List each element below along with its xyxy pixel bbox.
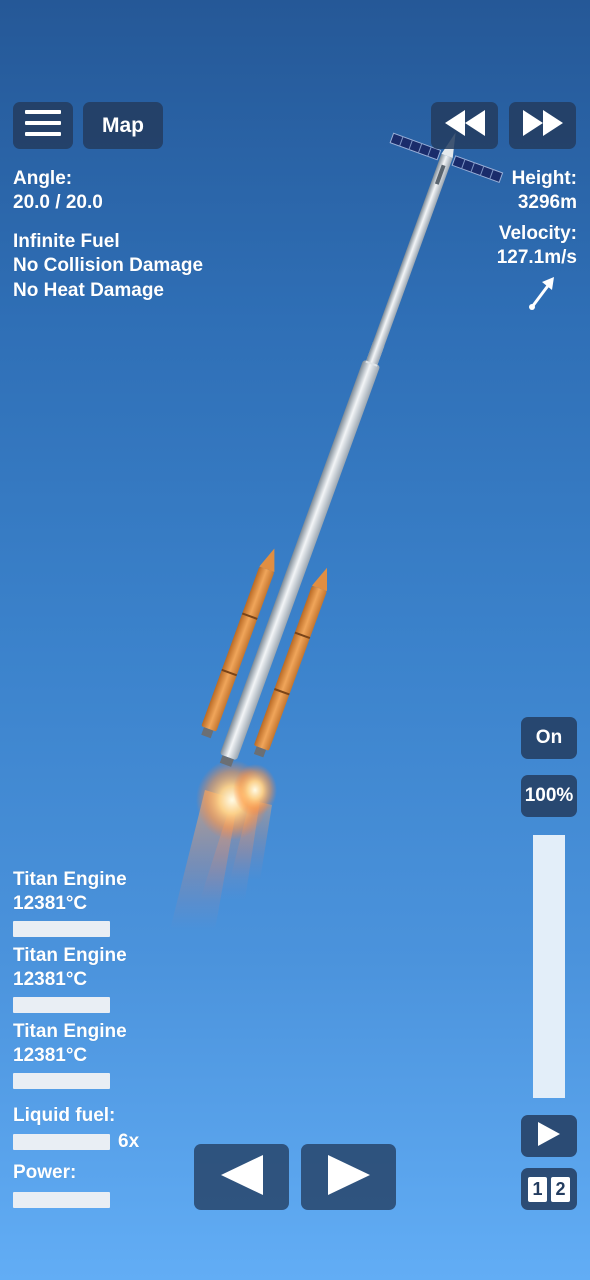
liquid-fuel-multiplier: 6x xyxy=(118,1131,140,1152)
engine-1-temp: 12381°C xyxy=(13,893,88,914)
rocket xyxy=(201,132,504,767)
engine-toggle-button[interactable]: On xyxy=(521,717,577,759)
rewind-icon xyxy=(444,110,485,141)
engine-3-temp: 12381°C xyxy=(13,1045,88,1066)
engine-1-heat-bar xyxy=(13,921,110,937)
rotate-right-arrow-icon xyxy=(327,1154,370,1200)
liquid-fuel-bar xyxy=(13,1134,110,1150)
throttle-slider[interactable] xyxy=(533,835,565,1098)
velocity-direction-arrow-icon xyxy=(526,273,558,318)
map-button-label: Map xyxy=(102,113,144,137)
stage-number-2: 2 xyxy=(551,1176,570,1202)
rewind-button[interactable] xyxy=(431,102,498,149)
engine-2-heat-bar xyxy=(13,997,110,1013)
engine-3-name: Titan Engine xyxy=(13,1021,127,1042)
cheat-no-heat-damage: No Heat Damage xyxy=(13,280,164,301)
angle-value: 20.0 / 20.0 xyxy=(13,192,103,213)
throttle-percent-button[interactable]: 100% xyxy=(521,775,577,817)
engine-toggle-label: On xyxy=(535,727,563,748)
rotate-left-arrow-icon xyxy=(220,1154,263,1200)
power-bar xyxy=(13,1192,110,1208)
cheat-infinite-fuel: Infinite Fuel xyxy=(13,231,120,252)
height-label: Height: xyxy=(511,168,577,189)
fast-forward-button[interactable] xyxy=(509,102,576,149)
angle-label: Angle: xyxy=(13,168,73,189)
liquid-fuel-label: Liquid fuel: xyxy=(13,1105,116,1126)
engine-2-name: Titan Engine xyxy=(13,945,127,966)
stage-number-1: 1 xyxy=(528,1176,547,1202)
play-icon xyxy=(538,1121,560,1151)
cheat-no-collision-damage: No Collision Damage xyxy=(13,255,204,276)
velocity-value: 127.1m/s xyxy=(496,247,577,268)
throttle-percent-label: 100% xyxy=(524,785,574,806)
engine-1-name: Titan Engine xyxy=(13,869,127,890)
power-label: Power: xyxy=(13,1162,77,1183)
rotate-right-button[interactable] xyxy=(301,1144,396,1210)
height-value: 3296m xyxy=(517,192,577,213)
map-button[interactable]: Map xyxy=(83,102,163,149)
engine-2-temp: 12381°C xyxy=(13,969,88,990)
velocity-label: Velocity: xyxy=(498,223,577,244)
rotate-left-button[interactable] xyxy=(194,1144,289,1210)
exhaust-plume xyxy=(170,760,277,930)
fast-forward-icon xyxy=(522,110,563,141)
hamburger-menu-icon xyxy=(25,110,61,141)
menu-button[interactable] xyxy=(13,102,73,149)
stage-activate-button[interactable] xyxy=(521,1115,577,1157)
stage-selector-button[interactable]: 1 2 xyxy=(521,1168,577,1210)
engine-3-heat-bar xyxy=(13,1073,110,1089)
